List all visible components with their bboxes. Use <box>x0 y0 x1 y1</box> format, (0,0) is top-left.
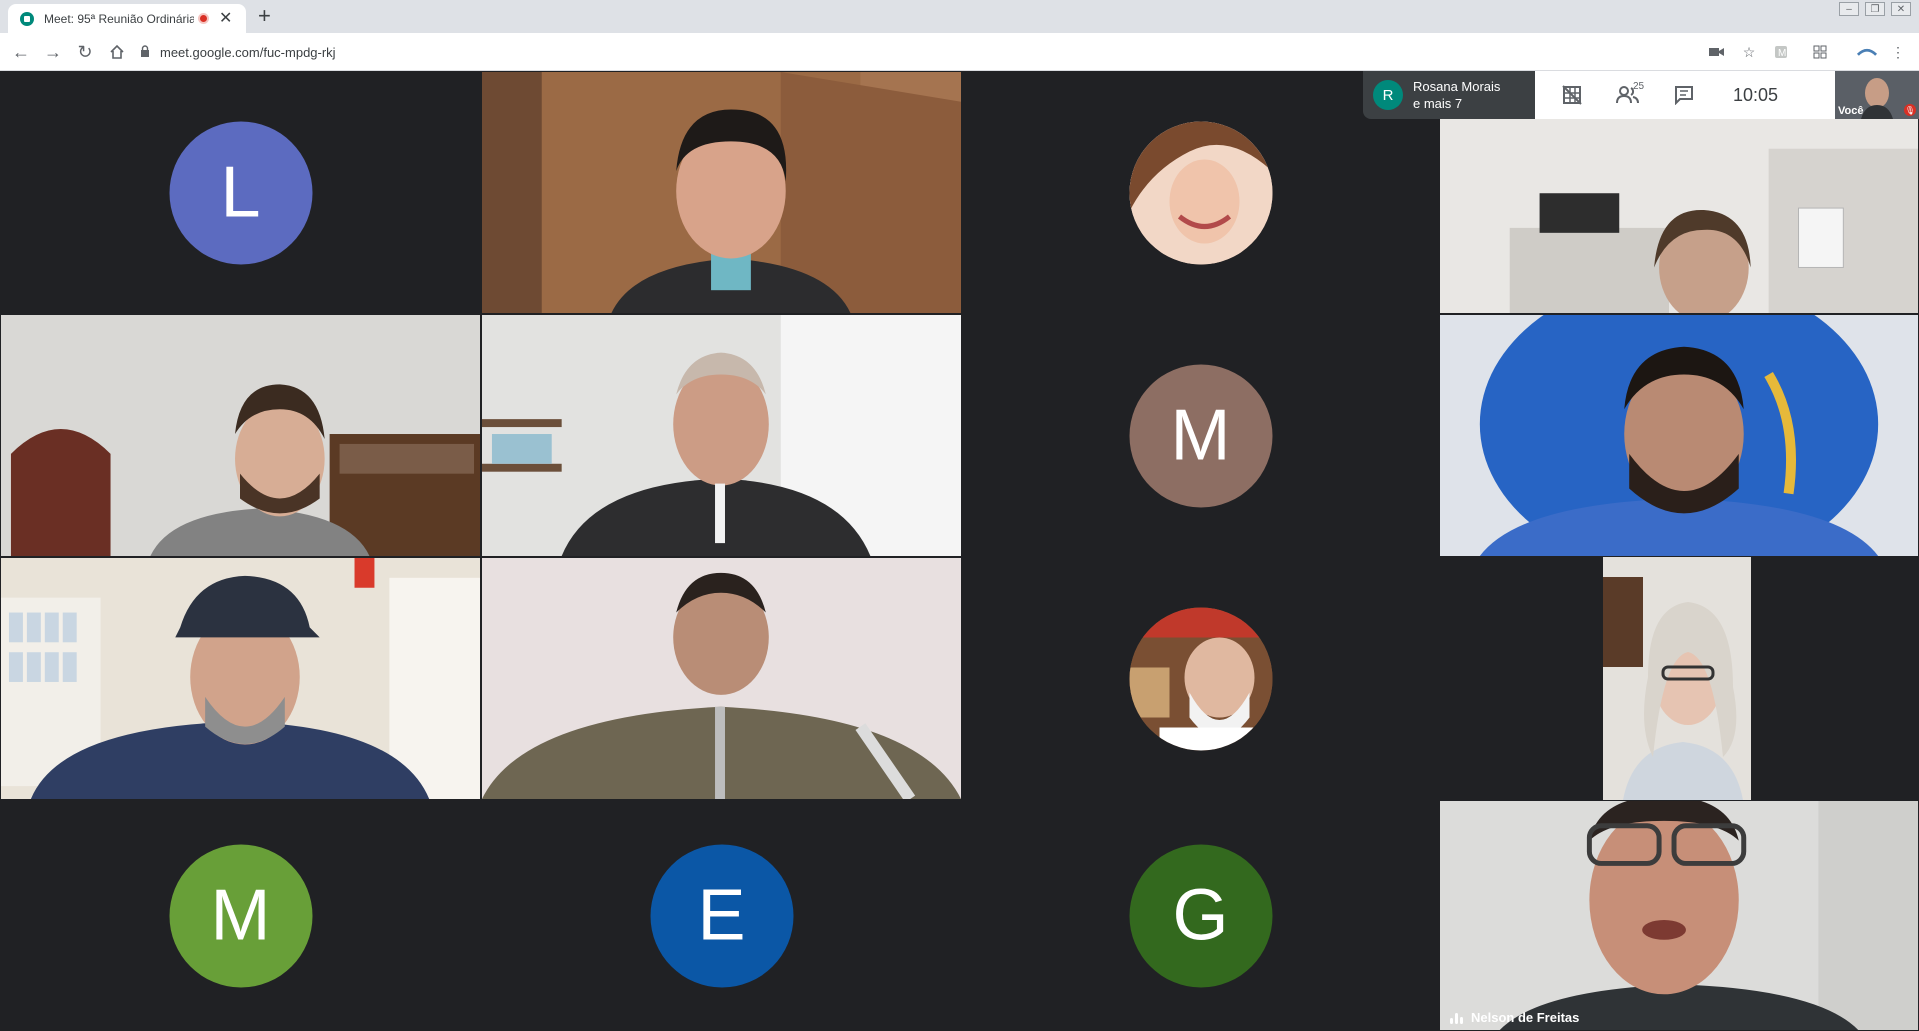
grid-extension-icon[interactable] <box>1810 42 1830 62</box>
presenter-name: Rosana Morais <box>1413 79 1501 94</box>
avatar: E <box>650 844 793 987</box>
self-view-tile[interactable]: Você 🎙 <box>1835 71 1919 119</box>
mic-off-icon: 🎙 <box>1904 104 1916 116</box>
new-tab-button[interactable]: + <box>258 5 271 27</box>
layout-grid-icon[interactable] <box>1547 71 1597 119</box>
forward-arrow-icon[interactable]: → <box>40 39 66 65</box>
participants-icon[interactable]: 25 <box>1603 71 1653 119</box>
browser-tab[interactable]: Meet: 95ª Reunião Ordinária ✕ <box>8 4 246 33</box>
home-icon[interactable] <box>104 39 130 65</box>
chat-icon[interactable] <box>1659 71 1709 119</box>
reload-icon[interactable]: ↻ <box>72 39 98 65</box>
participant-video-5[interactable] <box>1439 314 1919 557</box>
participant-video-nelson[interactable] <box>1439 800 1919 1031</box>
participant-tile-l[interactable]: L <box>0 71 481 314</box>
presenter-avatar: R <box>1373 80 1403 110</box>
participant-video-4[interactable] <box>481 314 962 557</box>
video-feed <box>1 558 480 799</box>
avatar-photo <box>1129 121 1272 264</box>
video-feed <box>1440 315 1918 556</box>
profile-extension-icon[interactable] <box>1857 42 1877 62</box>
avatar-photo <box>1129 607 1272 750</box>
back-arrow-icon[interactable]: ← <box>8 39 34 65</box>
speaker-name: Nelson de Freitas <box>1471 1010 1580 1025</box>
avatar: L <box>169 121 312 264</box>
participants-count: 25 <box>1633 81 1645 92</box>
url-text: meet.google.com/fuc-mpdg-rkj <box>160 44 336 60</box>
speaking-indicator-icon <box>1450 1012 1463 1024</box>
participant-video-8[interactable] <box>1439 557 1919 800</box>
participant-tile-e[interactable]: E <box>481 800 962 1031</box>
avatar-letter: M <box>210 875 271 956</box>
meet-favicon-icon <box>20 11 34 26</box>
avatar-letter: M <box>1170 395 1231 476</box>
presenter-chip[interactable]: R Rosana Morais e mais 7 <box>1363 71 1535 119</box>
participant-video-6[interactable] <box>0 557 481 800</box>
recording-indicator-icon <box>198 13 209 24</box>
extension-icon[interactable]: M <box>1771 42 1791 62</box>
self-label: Você <box>1838 105 1864 117</box>
participant-video-2[interactable] <box>1439 118 1919 314</box>
camera-icon[interactable] <box>1707 42 1727 62</box>
avatar: M <box>169 844 312 987</box>
participant-video-3[interactable] <box>0 314 481 557</box>
maximize-button[interactable]: ❐ <box>1865 2 1885 16</box>
participant-tile-m-1[interactable]: M <box>962 314 1439 557</box>
avatar: G <box>1129 844 1272 987</box>
video-feed <box>482 72 961 313</box>
meet-controls-bar: 25 10:05 <box>1535 71 1835 119</box>
address-bar[interactable]: meet.google.com/fuc-mpdg-rkj <box>140 38 1770 66</box>
browser-tab-bar: Meet: 95ª Reunião Ordinária ✕ + – ❐ ✕ <box>0 0 1919 33</box>
active-speaker-label: Nelson de Freitas <box>1450 1010 1579 1025</box>
video-feed <box>1440 801 1918 1030</box>
tab-close-button[interactable]: ✕ <box>219 10 232 27</box>
bookmark-star-icon[interactable]: ☆ <box>1739 42 1759 62</box>
tab-title: Meet: 95ª Reunião Ordinária <box>44 11 194 26</box>
avatar-letter: L <box>220 152 261 233</box>
minimize-button[interactable]: – <box>1839 2 1859 16</box>
video-feed <box>1 315 480 556</box>
video-feed <box>482 315 961 556</box>
lock-icon <box>140 44 150 60</box>
menu-kebab-icon[interactable]: ⋮ <box>1888 42 1908 62</box>
participant-video-7[interactable] <box>481 557 962 800</box>
video-feed <box>1603 557 1751 800</box>
window-controls: – ❐ ✕ <box>1839 0 1911 20</box>
participant-photo-2[interactable] <box>962 557 1439 800</box>
participant-tile-g[interactable]: G <box>962 800 1439 1031</box>
participant-video-1[interactable] <box>481 71 962 314</box>
video-feed <box>1440 119 1918 313</box>
avatar-letter: E <box>697 875 746 956</box>
close-window-button[interactable]: ✕ <box>1891 2 1911 16</box>
avatar: M <box>1129 364 1272 507</box>
browser-toolbar: ← → ↻ meet.google.com/fuc-mpdg-rkj ☆ M ⋮ <box>0 33 1919 71</box>
avatar-letter: G <box>1172 875 1229 956</box>
meeting-grid: L M M E G <box>0 71 1919 1031</box>
meeting-clock: 10:05 <box>1733 84 1779 105</box>
participant-tile-m-2[interactable]: M <box>0 800 481 1031</box>
presenter-others: e mais 7 <box>1413 96 1463 111</box>
video-feed <box>482 558 961 799</box>
svg-text:M: M <box>1778 48 1786 59</box>
